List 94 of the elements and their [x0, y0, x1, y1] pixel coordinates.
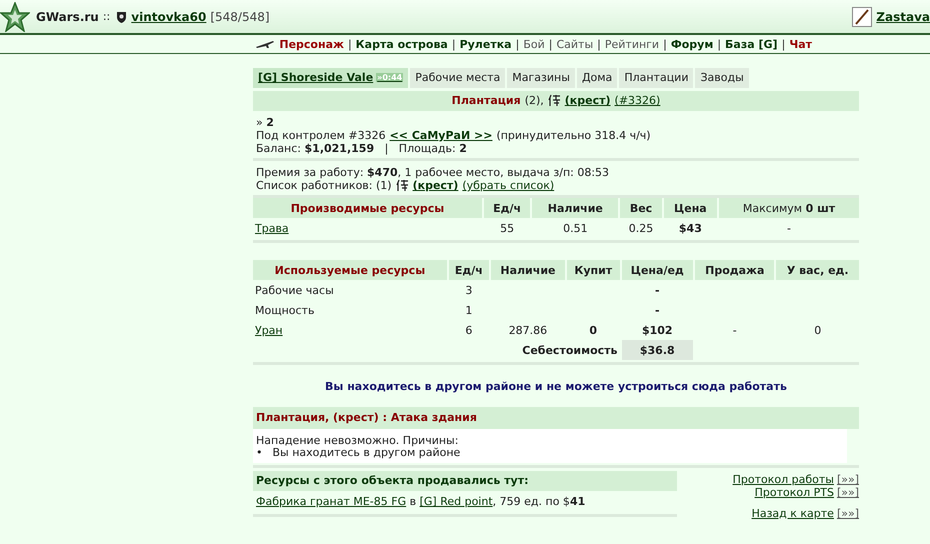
table-cell: 55 [500, 222, 514, 234]
tab[interactable]: Плантации [619, 68, 694, 88]
nav-separator: | [548, 38, 552, 50]
glyph-icon [396, 179, 409, 192]
table-cell: - [787, 222, 792, 234]
controller-link[interactable]: << СаМуРаИ >> [390, 129, 492, 142]
nav-link[interactable]: База [G] [725, 38, 778, 50]
tab[interactable]: [G] Shoreside Vale »0:44 [253, 68, 408, 88]
table-cell: - [732, 324, 737, 336]
table-cell: $102 [642, 324, 673, 336]
column-header: Купит [567, 260, 620, 280]
nav-link[interactable]: Чат [789, 38, 812, 50]
column-header: Цена [664, 198, 718, 218]
column-header: У вас, ед. [776, 260, 859, 280]
nav-link[interactable]: Бой [523, 38, 545, 50]
bullet: • [256, 447, 262, 459]
level-text: » 2 [256, 116, 275, 129]
column-header: Ед/ч [448, 260, 489, 280]
control-text: Под контролем #3326 [256, 129, 386, 142]
panel-header: Плантация, (крест) : Атака здания [253, 407, 859, 429]
place-link[interactable]: [G] Red point [420, 495, 493, 508]
sales-entry: Фабрика гранат ME-85 FG в [G] Red point, 759 ед. по $41 [255, 494, 586, 510]
cost-label: Себестоимость [522, 344, 618, 356]
table-cell: - [654, 304, 660, 316]
table-cell: 0.25 [628, 222, 654, 234]
column-header: Используемые ресурсы [253, 260, 447, 280]
cost-value: $36.8 [622, 340, 694, 360]
arrow-link[interactable]: [»»] [836, 486, 859, 499]
column-header: Ед/ч [484, 198, 530, 218]
table-cell: Рабочие часы [255, 284, 334, 296]
balance-text: Баланс: $1,021,159 | Площадь: 2 [256, 142, 468, 155]
nav-separator: | [717, 38, 722, 50]
column-header: Производимые ресурсы [253, 198, 482, 218]
nav-link[interactable]: Сайты [556, 38, 594, 50]
user-link[interactable]: vintovka60 [131, 10, 206, 24]
clear-list-link[interactable]: (убрать список) [462, 179, 554, 192]
resource-link[interactable]: Трава [255, 222, 289, 234]
nav-link[interactable]: Рулетка [460, 38, 512, 50]
worker-link[interactable]: (крест) [412, 179, 458, 192]
star-logo-icon[interactable] [0, 2, 30, 32]
user-link[interactable]: Zastava [876, 10, 930, 24]
id-link[interactable]: (#3326) [614, 94, 660, 107]
nav-link[interactable]: Рейтинги [604, 38, 660, 50]
reason-text: Нападение невозможно. Причины: [256, 435, 460, 447]
nav-link[interactable]: Карта острова [356, 38, 448, 50]
table-cell: 1 [465, 304, 472, 316]
nav-separator: | [516, 38, 520, 50]
tab[interactable]: Заводы [695, 68, 749, 88]
table-cell: 3 [465, 284, 472, 296]
nav-separator: | [597, 38, 601, 50]
hp-text: [548/548] [210, 10, 270, 24]
table-cell: 0 [814, 324, 822, 336]
column-header: Цена/ед [622, 260, 694, 280]
count-text: (2), [524, 94, 544, 107]
protocol-link[interactable]: Протокол работы [732, 473, 834, 486]
workers-text: Список работников: (1) [256, 179, 392, 192]
arrow-link[interactable]: [»»] [836, 473, 859, 486]
site-name: GWars.ru [36, 10, 99, 24]
column-header: Максимум 0 шт [719, 198, 859, 218]
nav-separator: | [348, 38, 352, 50]
building-name: Плантация [452, 94, 521, 107]
notice-text: Вы находитесь в другом районе и не можете устроиться сюда работать [324, 379, 788, 395]
nav-separator: | [782, 38, 786, 50]
owner-link[interactable]: (крест) [564, 94, 611, 107]
table-cell: $43 [678, 222, 702, 234]
factory-link[interactable]: Фабрика гранат ME-85 FG [256, 495, 406, 508]
nav-separator: | [452, 38, 456, 50]
nav-separator: | [663, 38, 667, 50]
arrow-link[interactable]: [»»] [836, 507, 859, 520]
table-cell: 6 [465, 324, 472, 336]
reason-item: Вы находитесь в другом районе [272, 447, 460, 459]
column-header: Наличие [532, 198, 618, 218]
column-header: Вес [620, 198, 662, 218]
forced-text: (принудительно 318.4 ч/ч) [496, 129, 651, 142]
protocol-link[interactable]: Назад к карте [752, 507, 834, 520]
column-header: Продажа [695, 260, 774, 280]
resource-link[interactable]: Уран [255, 324, 283, 336]
table-cell: - [654, 284, 660, 296]
sales-header: Ресурсы с этого объекта продавались тут: [253, 471, 677, 491]
premium-text: Премия за работу: $470, 1 рабочее место, выдача з/п: 08:53 [256, 166, 610, 179]
table-cell: 0.51 [563, 222, 588, 234]
tab[interactable]: Дома [576, 68, 618, 88]
table-cell: 287.86 [508, 324, 548, 336]
protocol-link[interactable]: Протокол PTS [754, 486, 834, 499]
tab[interactable]: Рабочие места [410, 68, 506, 88]
glyph-icon [548, 94, 561, 107]
separator: :: [102, 10, 110, 23]
shield-icon [116, 10, 128, 22]
table-cell: Мощность [255, 304, 314, 316]
column-header: Наличие [490, 260, 566, 280]
nav-link[interactable]: Форум [670, 38, 714, 50]
nav-link[interactable]: Персонаж [279, 38, 344, 50]
table-cell: 0 [589, 324, 598, 336]
tab[interactable]: Магазины [507, 68, 575, 88]
